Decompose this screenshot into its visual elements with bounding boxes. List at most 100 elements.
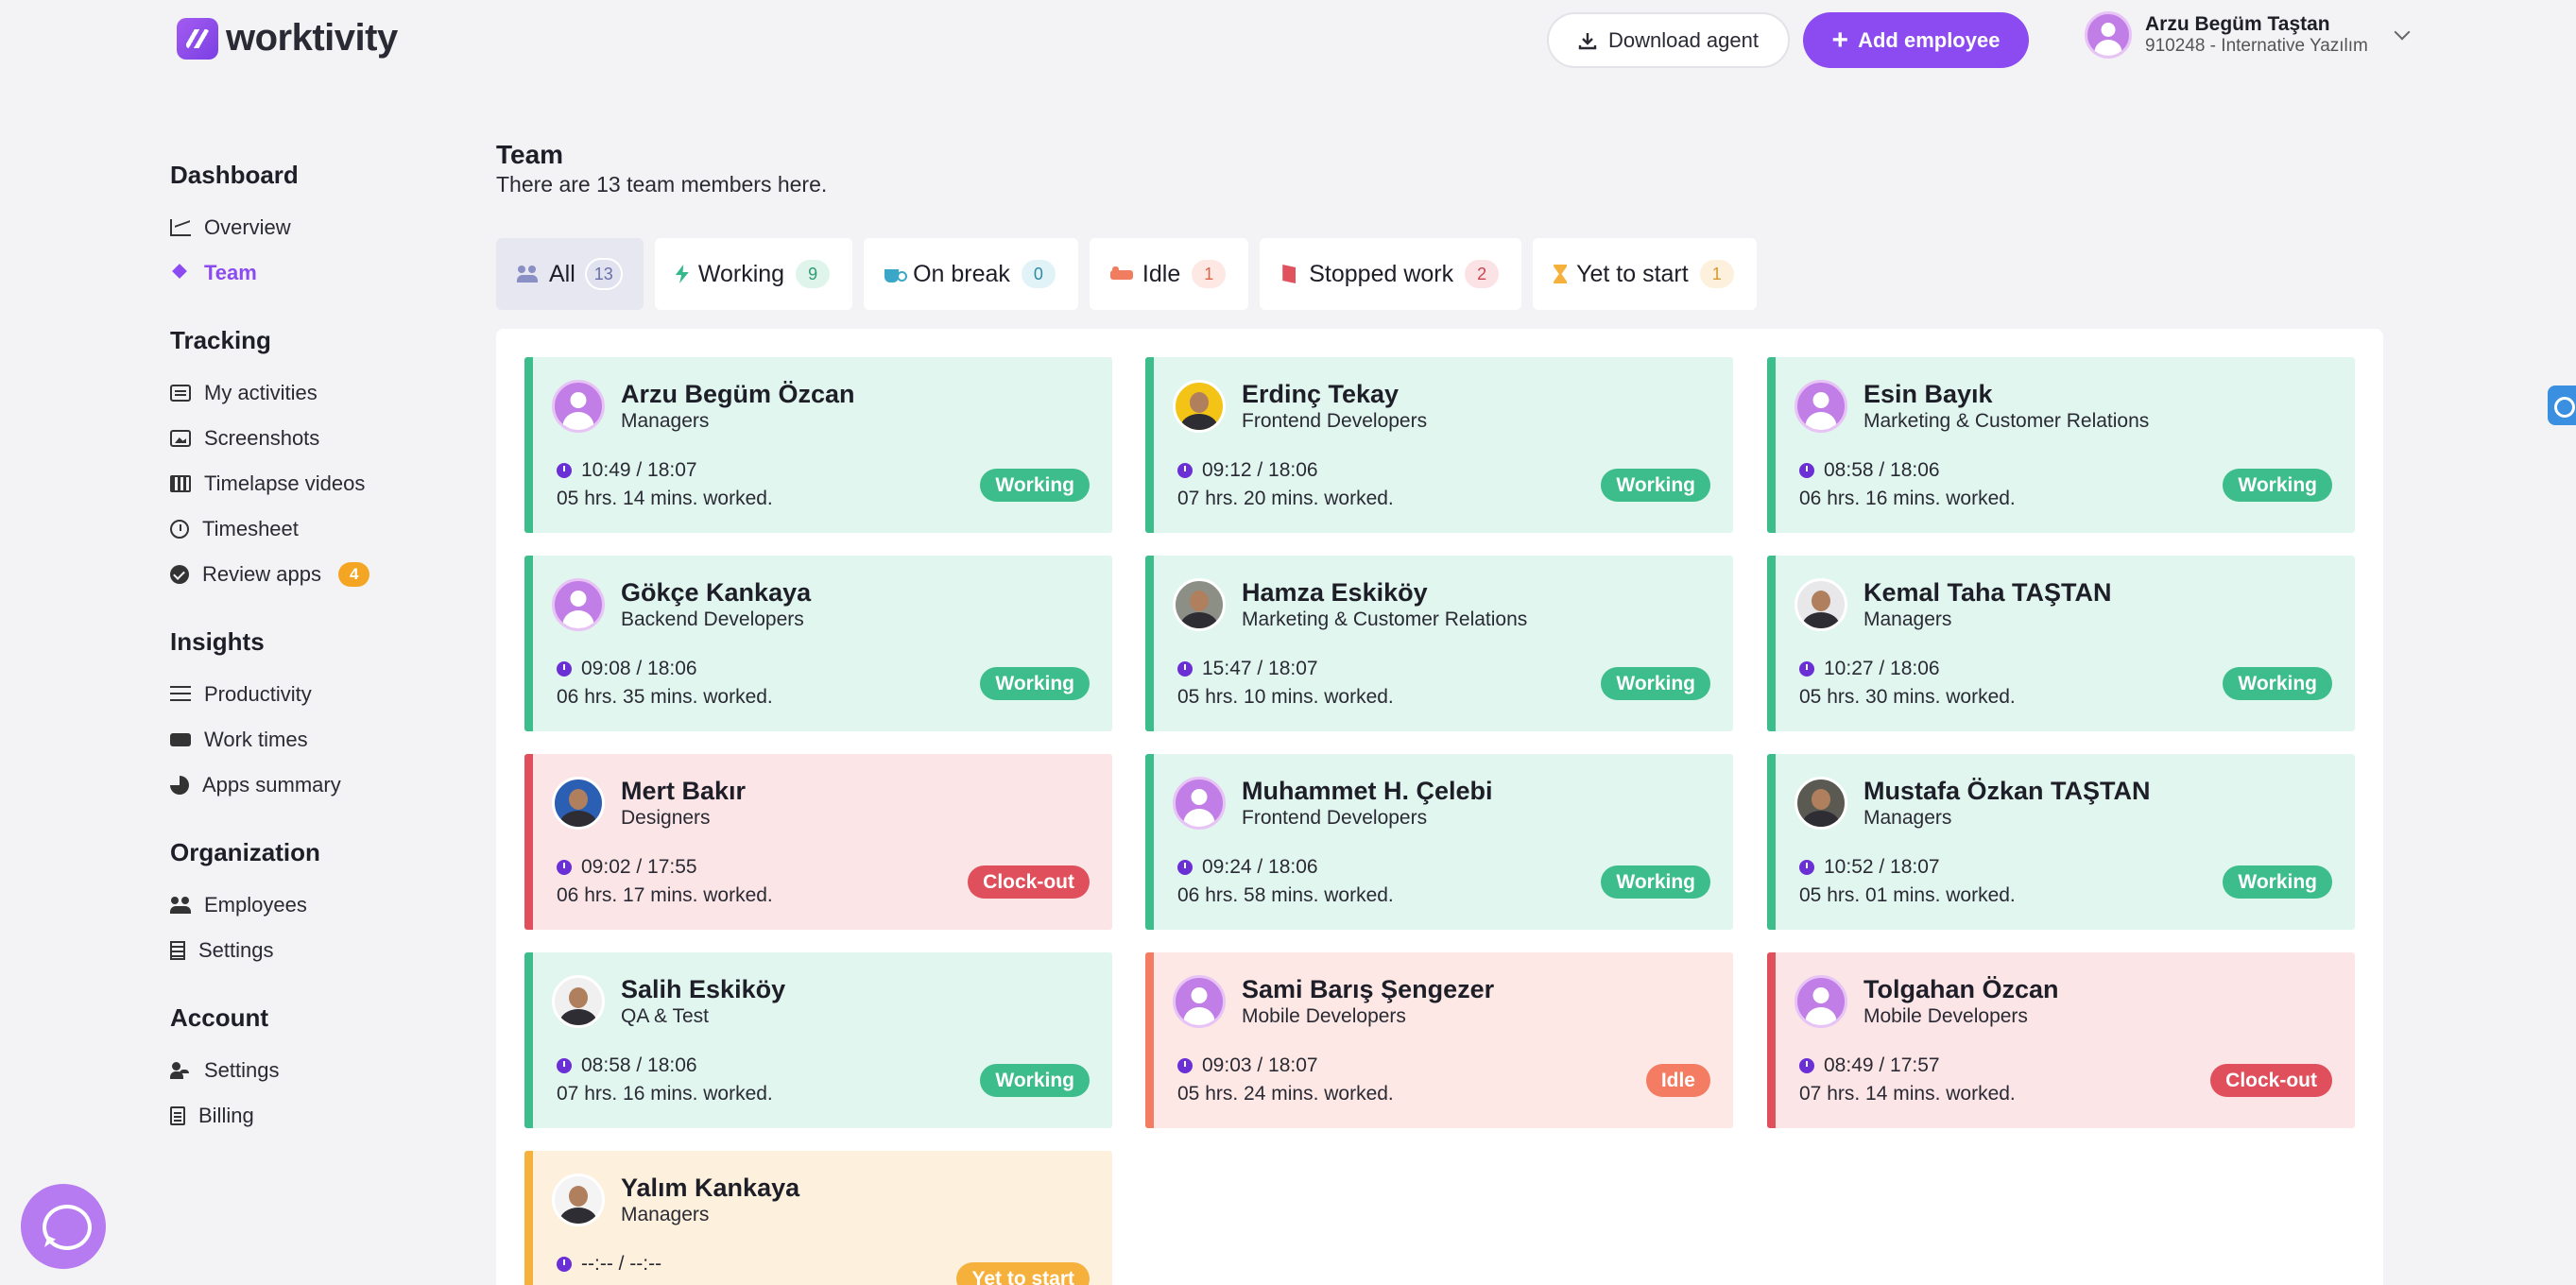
member-card[interactable]: Muhammet H. Çelebi Frontend Developers 0…	[1145, 754, 1733, 930]
member-card[interactable]: Mert Bakır Designers 09:02 / 17:55 06 hr…	[524, 754, 1112, 930]
member-card[interactable]: Gökçe Kankaya Backend Developers 09:08 /…	[524, 556, 1112, 731]
users-icon	[170, 897, 191, 914]
member-card[interactable]: Kemal Taha TAŞTAN Managers 10:27 / 18:06…	[1767, 556, 2355, 731]
tab-stopped-work[interactable]: Stopped work 2	[1260, 238, 1522, 310]
status-badge: Working	[980, 469, 1090, 502]
sidebar-item-label: Settings	[204, 1058, 280, 1082]
status-badge: Working	[2223, 865, 2332, 899]
member-name: Mustafa Özkan TAŞTAN	[1863, 777, 2151, 805]
sidebar-item-label: Review apps	[202, 562, 321, 586]
activity-icon	[170, 385, 191, 402]
sidebar-item-apps-summary[interactable]: Apps summary	[170, 762, 416, 808]
sidebar-item-billing[interactable]: Billing	[170, 1093, 416, 1139]
member-name: Sami Barış Şengezer	[1242, 975, 1495, 1003]
member-card[interactable]: Mustafa Özkan TAŞTAN Managers 10:52 / 18…	[1767, 754, 2355, 930]
avatar	[552, 578, 605, 631]
member-card[interactable]: Hamza Eskiköy Marketing & Customer Relat…	[1145, 556, 1733, 731]
tab-count: 1	[1190, 258, 1228, 290]
chat-support-button[interactable]	[21, 1184, 106, 1269]
sidebar-group-title: Organization	[170, 838, 320, 866]
sidebar-group-insights: Insights Productivity Work times Apps su…	[170, 627, 416, 808]
sidebar-item-review-apps[interactable]: Review apps 4	[170, 552, 416, 597]
sidebar-item-label: Billing	[198, 1104, 254, 1127]
member-time: 10:49 / 18:07	[557, 459, 697, 482]
member-name: Mert Bakır	[621, 777, 747, 805]
tab-count: 2	[1463, 258, 1502, 290]
sidebar-item-label: Productivity	[204, 682, 312, 706]
member-card[interactable]: Yalım Kankaya Managers --:-- / --:-- Yet…	[524, 1151, 1112, 1285]
member-time-text: 10:27 / 18:06	[1824, 658, 1940, 679]
tab-on-break[interactable]: On break 0	[864, 238, 1078, 310]
member-role: QA & Test	[621, 1005, 709, 1027]
sidebar-item-productivity[interactable]: Productivity	[170, 672, 416, 717]
avatar	[552, 380, 605, 433]
member-card[interactable]: Salih Eskiköy QA & Test 08:58 / 18:06 07…	[524, 952, 1112, 1128]
hourglass-icon	[1554, 265, 1568, 283]
sidebar-item-label: Overview	[204, 215, 291, 239]
member-name: Arzu Begüm Özcan	[621, 380, 855, 408]
sidebar-item-screenshots[interactable]: Screenshots	[170, 416, 416, 461]
avatar	[1795, 578, 1847, 631]
sidebar-item-timelapse-videos[interactable]: Timelapse videos	[170, 461, 416, 506]
member-time-text: 08:49 / 17:57	[1824, 1054, 1940, 1076]
team-grid: Arzu Begüm Özcan Managers 10:49 / 18:07 …	[496, 329, 2383, 1285]
member-role: Managers	[621, 1204, 710, 1225]
status-badge: Working	[1601, 667, 1710, 700]
member-time: 10:52 / 18:07	[1799, 856, 1940, 879]
sidebar-item-work-times[interactable]: Work times	[170, 717, 416, 762]
clock-icon	[1799, 1058, 1814, 1073]
member-card[interactable]: Esin Bayık Marketing & Customer Relation…	[1767, 357, 2355, 533]
sidebar-item-my-activities[interactable]: My activities	[170, 370, 416, 416]
member-card[interactable]: Arzu Begüm Özcan Managers 10:49 / 18:07 …	[524, 357, 1112, 533]
user-org: 910248 - Internative Yazılım	[2145, 36, 2368, 56]
member-worked: 07 hrs. 14 mins. worked.	[1799, 1083, 2016, 1105]
member-name: Esin Bayık	[1863, 380, 1993, 408]
brand-logo[interactable]: worktivity	[177, 17, 398, 60]
member-worked: 06 hrs. 16 mins. worked.	[1799, 488, 2016, 509]
document-icon	[170, 1106, 185, 1125]
member-card[interactable]: Sami Barış Şengezer Mobile Developers 09…	[1145, 952, 1733, 1128]
download-agent-button[interactable]: Download agent	[1547, 12, 1790, 68]
status-badge: Yet to start	[956, 1262, 1090, 1285]
tab-all[interactable]: All 13	[496, 238, 644, 310]
building-icon	[170, 941, 185, 960]
tab-idle[interactable]: Idle 1	[1089, 238, 1249, 310]
avatar	[1173, 975, 1226, 1028]
user-name: Arzu Begüm Taştan	[2145, 13, 2330, 35]
member-role: Managers	[621, 410, 710, 432]
avatar	[552, 975, 605, 1028]
history-icon	[170, 520, 189, 539]
tab-label: On break	[913, 260, 1010, 287]
accessibility-tab[interactable]	[2548, 386, 2576, 425]
member-time: 08:58 / 18:06	[1799, 459, 1940, 482]
sidebar-group-account: Account Settings Billing	[170, 1003, 416, 1139]
member-worked: 05 hrs. 10 mins. worked.	[1177, 686, 1394, 708]
member-card[interactable]: Erdinç Tekay Frontend Developers 09:12 /…	[1145, 357, 1733, 533]
member-card[interactable]: Tolgahan Özcan Mobile Developers 08:49 /…	[1767, 952, 2355, 1128]
sidebar-item-team[interactable]: Team	[170, 250, 416, 296]
user-menu[interactable]: Arzu Begüm Taştan 910248 - Internative Y…	[2085, 11, 2411, 59]
sidebar-item-account-settings[interactable]: Settings	[170, 1048, 416, 1093]
brand-name: worktivity	[226, 17, 398, 59]
sidebar-item-overview[interactable]: Overview	[170, 205, 416, 250]
member-worked: 05 hrs. 14 mins. worked.	[557, 488, 773, 509]
sidebar-group-title: Dashboard	[170, 161, 299, 189]
member-time-text: --:-- / --:--	[581, 1253, 662, 1275]
sidebar-item-employees[interactable]: Employees	[170, 882, 416, 928]
sidebar-group-dashboard: Dashboard Overview Team	[170, 161, 416, 296]
member-role: Frontend Developers	[1242, 410, 1428, 432]
tab-working[interactable]: Working 9	[654, 238, 853, 310]
add-employee-button[interactable]: + Add employee	[1803, 12, 2029, 68]
sidebar-item-timesheet[interactable]: Timesheet	[170, 506, 416, 552]
member-time: 09:03 / 18:07	[1177, 1054, 1318, 1077]
tab-yet-to-start[interactable]: Yet to start 1	[1533, 238, 1757, 310]
truck-icon	[170, 733, 191, 746]
member-name: Yalım Kankaya	[621, 1174, 800, 1202]
member-worked: 05 hrs. 30 mins. worked.	[1799, 686, 2016, 708]
status-badge: Working	[2223, 667, 2332, 700]
status-badge: Clock-out	[2210, 1064, 2332, 1097]
sidebar-item-organization-settings[interactable]: Settings	[170, 928, 416, 973]
member-worked: 05 hrs. 24 mins. worked.	[1177, 1083, 1394, 1105]
download-agent-label: Download agent	[1607, 27, 1759, 52]
member-time: 10:27 / 18:06	[1799, 658, 1940, 680]
